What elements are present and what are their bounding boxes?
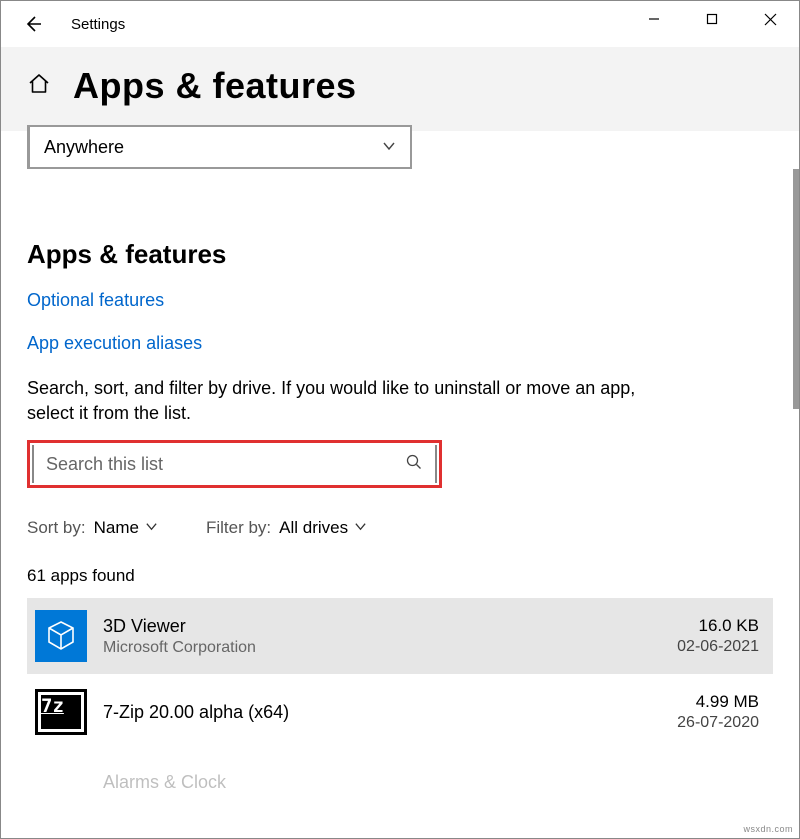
search-input[interactable] bbox=[46, 454, 405, 475]
app-name: Alarms & Clock bbox=[103, 772, 759, 793]
page-title: Apps & features bbox=[73, 65, 357, 107]
page-header: Apps & features bbox=[1, 47, 799, 131]
chevron-down-icon bbox=[382, 137, 396, 158]
minimize-button[interactable] bbox=[625, 1, 683, 37]
section-heading: Apps & features bbox=[27, 239, 773, 270]
filter-label: Filter by: bbox=[206, 518, 271, 538]
install-source-dropdown[interactable]: Anywhere bbox=[27, 125, 412, 169]
filter-by-control[interactable]: Filter by: All drives bbox=[206, 518, 367, 538]
apps-count: 61 apps found bbox=[27, 566, 773, 586]
app-name: 3D Viewer bbox=[103, 616, 661, 637]
sort-label: Sort by: bbox=[27, 518, 86, 538]
section-description: Search, sort, and filter by drive. If yo… bbox=[27, 376, 677, 426]
chevron-down-icon bbox=[354, 518, 367, 538]
search-highlight bbox=[27, 440, 442, 488]
app-icon-3dviewer bbox=[35, 610, 87, 662]
close-icon bbox=[764, 13, 777, 26]
app-date: 02-06-2021 bbox=[677, 638, 759, 656]
maximize-button[interactable] bbox=[683, 1, 741, 37]
home-icon[interactable] bbox=[27, 72, 51, 100]
app-name: 7-Zip 20.00 alpha (x64) bbox=[103, 702, 661, 723]
back-button[interactable] bbox=[13, 4, 53, 44]
maximize-icon bbox=[706, 13, 718, 25]
scrollbar[interactable] bbox=[793, 169, 799, 409]
optional-features-link[interactable]: Optional features bbox=[27, 290, 773, 311]
app-row[interactable]: 3D Viewer Microsoft Corporation 16.0 KB … bbox=[27, 598, 773, 674]
arrow-left-icon bbox=[23, 14, 43, 34]
close-button[interactable] bbox=[741, 1, 799, 37]
minimize-icon bbox=[648, 13, 660, 25]
app-row[interactable]: 7z 7-Zip 20.00 alpha (x64) 4.99 MB 26-07… bbox=[27, 674, 773, 750]
filter-value: All drives bbox=[279, 518, 348, 538]
app-execution-aliases-link[interactable]: App execution aliases bbox=[27, 333, 773, 354]
sort-value: Name bbox=[94, 518, 139, 538]
app-size: 4.99 MB bbox=[677, 692, 759, 712]
app-size: 16.0 KB bbox=[677, 616, 759, 636]
search-icon[interactable] bbox=[405, 453, 423, 475]
sort-by-control[interactable]: Sort by: Name bbox=[27, 518, 158, 538]
window-title: Settings bbox=[71, 16, 125, 33]
app-icon-alarms bbox=[35, 756, 87, 808]
app-row[interactable]: Alarms & Clock bbox=[27, 750, 773, 820]
app-icon-7zip: 7z bbox=[35, 686, 87, 738]
app-date: 26-07-2020 bbox=[677, 714, 759, 732]
watermark: wsxdn.com bbox=[743, 824, 793, 834]
chevron-down-icon bbox=[145, 518, 158, 538]
app-publisher: Microsoft Corporation bbox=[103, 639, 661, 657]
install-source-value: Anywhere bbox=[44, 137, 124, 158]
